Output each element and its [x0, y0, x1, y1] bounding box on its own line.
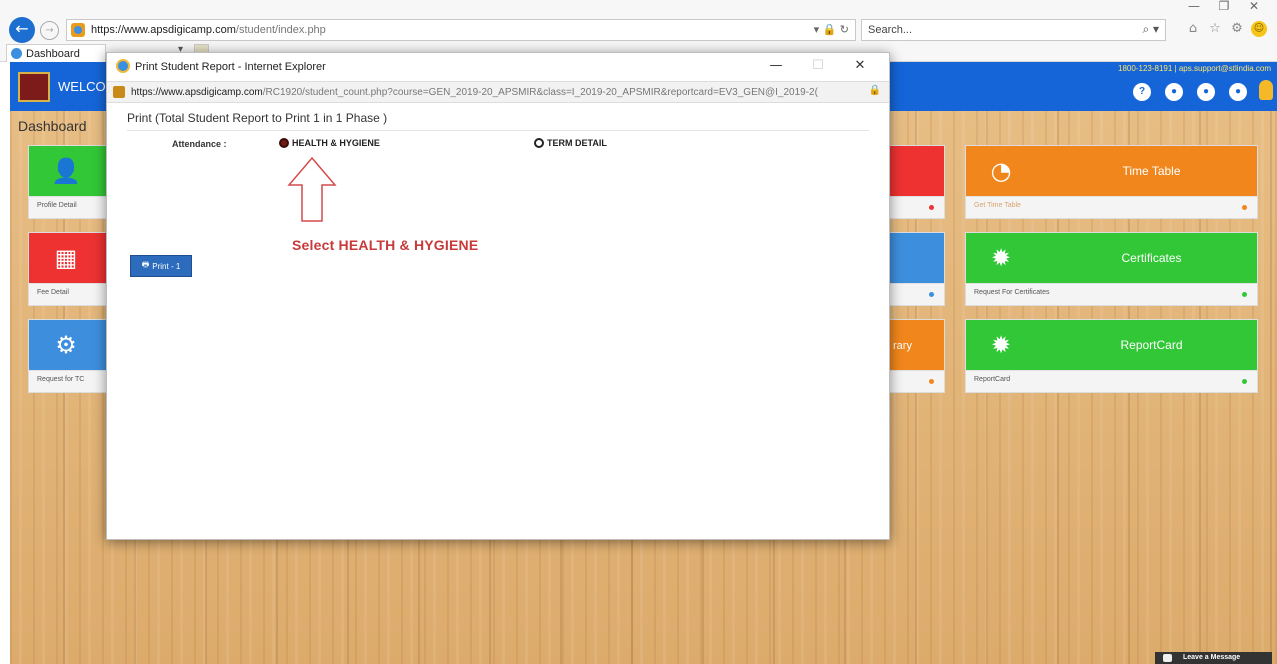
clock-icon: ◔ — [990, 157, 1012, 185]
attendance-label: Attendance : — [172, 139, 227, 149]
header-icons: ? ● ● ● — [1133, 83, 1247, 101]
card-profile[interactable]: 👤 Profile Detail — [28, 145, 108, 219]
card-footer: Request for TC — [29, 370, 107, 392]
radio-label: TERM DETAIL — [547, 138, 607, 148]
user-icon[interactable]: ● — [1229, 83, 1247, 101]
forward-button[interactable]: → — [40, 21, 59, 40]
card-title: Time Table — [1122, 164, 1181, 178]
restore-icon[interactable]: ❐ — [1209, 0, 1239, 14]
print-heading: Print (Total Student Report to Print 1 i… — [127, 111, 388, 125]
tab-favicon-icon — [11, 48, 22, 59]
bulb-icon[interactable] — [1259, 80, 1273, 100]
tab-dashboard[interactable]: Dashboard — [6, 44, 106, 62]
close-icon[interactable]: ✕ — [1239, 0, 1269, 14]
card-title: rary — [893, 340, 912, 352]
gear-icon[interactable]: ⚙ — [1229, 21, 1245, 37]
card-tc[interactable]: ⚙ Request for TC — [28, 319, 108, 393]
ie-icon — [116, 59, 130, 73]
back-button[interactable]: ← — [9, 17, 35, 43]
search-input[interactable]: Search... ⌕ ▾ — [861, 19, 1166, 41]
popup-address-bar[interactable]: https://www.apsdigicamp.com/RC1920/stude… — [107, 81, 889, 103]
lock-icon: 🔒 — [868, 85, 881, 96]
arrow-up-icon — [287, 156, 337, 222]
card-footer: Profile Detail — [29, 196, 107, 218]
card-certificates[interactable]: ✹ Certificates Request For Certificates — [965, 232, 1258, 306]
card-footer: Fee Detail — [29, 283, 107, 305]
minimize-icon[interactable]: — — [1179, 0, 1209, 14]
contact-info: 1800-123-8191 | aps.support@stlindia.com — [1118, 64, 1271, 73]
popup-controls: — ☐ ✕ — [755, 56, 881, 76]
window-controls: — ❐ ✕ — [1179, 0, 1269, 14]
print-report-popup: Print Student Report - Internet Explorer… — [106, 52, 890, 540]
card-title: Certificates — [1121, 251, 1182, 265]
home-icon[interactable]: ⌂ — [1185, 21, 1201, 37]
help-icon[interactable]: ? — [1133, 83, 1151, 101]
user-icon: 👤 — [51, 157, 81, 185]
phone-icon[interactable]: ● — [1197, 83, 1215, 101]
popup-title: Print Student Report - Internet Explorer — [135, 61, 326, 73]
card-footer: Request For Certificates — [966, 283, 1257, 305]
toolbar-icons: ⌂ ☆ ⚙ ☺ — [1185, 21, 1267, 37]
maximize-icon: ☐ — [812, 58, 824, 73]
card-footer: ReportCard — [966, 370, 1257, 392]
card-title: ReportCard — [1120, 338, 1183, 352]
popup-titlebar[interactable]: Print Student Report - Internet Explorer… — [107, 53, 889, 81]
school-logo — [18, 72, 50, 102]
gear-icon: ⚙ — [55, 331, 77, 359]
site-favicon-icon — [113, 86, 125, 98]
radio-term-detail[interactable]: TERM DETAIL — [534, 138, 607, 148]
card-time-table[interactable]: ◔ Time Table Get Time Table — [965, 145, 1258, 219]
search-icon[interactable]: ⌕ ▾ — [1142, 22, 1159, 37]
minimize-icon[interactable]: — — [755, 56, 797, 76]
popup-url: https://www.apsdigicamp.com/RC1920/stude… — [131, 86, 818, 98]
star-icon[interactable]: ☆ — [1207, 21, 1223, 37]
radio-health-hygiene[interactable]: HEALTH & HYGIENE — [279, 138, 380, 148]
radio-unchecked-icon[interactable] — [534, 138, 544, 148]
tab-label: Dashboard — [26, 47, 80, 60]
printer-icon: 🖶 — [141, 260, 150, 269]
print-button[interactable]: 🖶 Print - 1 — [130, 255, 192, 277]
radio-checked-icon[interactable] — [279, 138, 289, 148]
card-reportcard[interactable]: ✹ ReportCard ReportCard — [965, 319, 1258, 393]
popup-body: Print (Total Student Report to Print 1 i… — [107, 103, 889, 539]
address-actions[interactable]: ▾ 🔒 ↻ — [814, 23, 849, 36]
site-favicon-icon — [71, 23, 85, 37]
leave-message-button[interactable]: Leave a Message — [1155, 652, 1272, 664]
close-icon[interactable]: ✕ — [839, 56, 881, 76]
gear-icon: ✹ — [990, 331, 1012, 359]
divider — [127, 130, 869, 131]
address-bar[interactable]: https://www.apsdigicamp.com/student/inde… — [66, 19, 856, 41]
smiley-icon[interactable]: ☺ — [1251, 21, 1267, 37]
card-footer: Get Time Table — [966, 196, 1257, 218]
card-fee[interactable]: ▦ Fee Detail — [28, 232, 108, 306]
welcome-text: WELCO — [58, 79, 106, 94]
radio-label: HEALTH & HYGIENE — [292, 138, 380, 148]
info-icon[interactable]: ● — [1165, 83, 1183, 101]
calculator-icon: ▦ — [54, 244, 78, 272]
address-url: https://www.apsdigicamp.com/student/inde… — [91, 24, 326, 36]
gear-icon: ✹ — [990, 244, 1012, 272]
annotation-text: Select HEALTH & HYGIENE — [292, 237, 479, 253]
page-title: Dashboard — [18, 118, 87, 134]
